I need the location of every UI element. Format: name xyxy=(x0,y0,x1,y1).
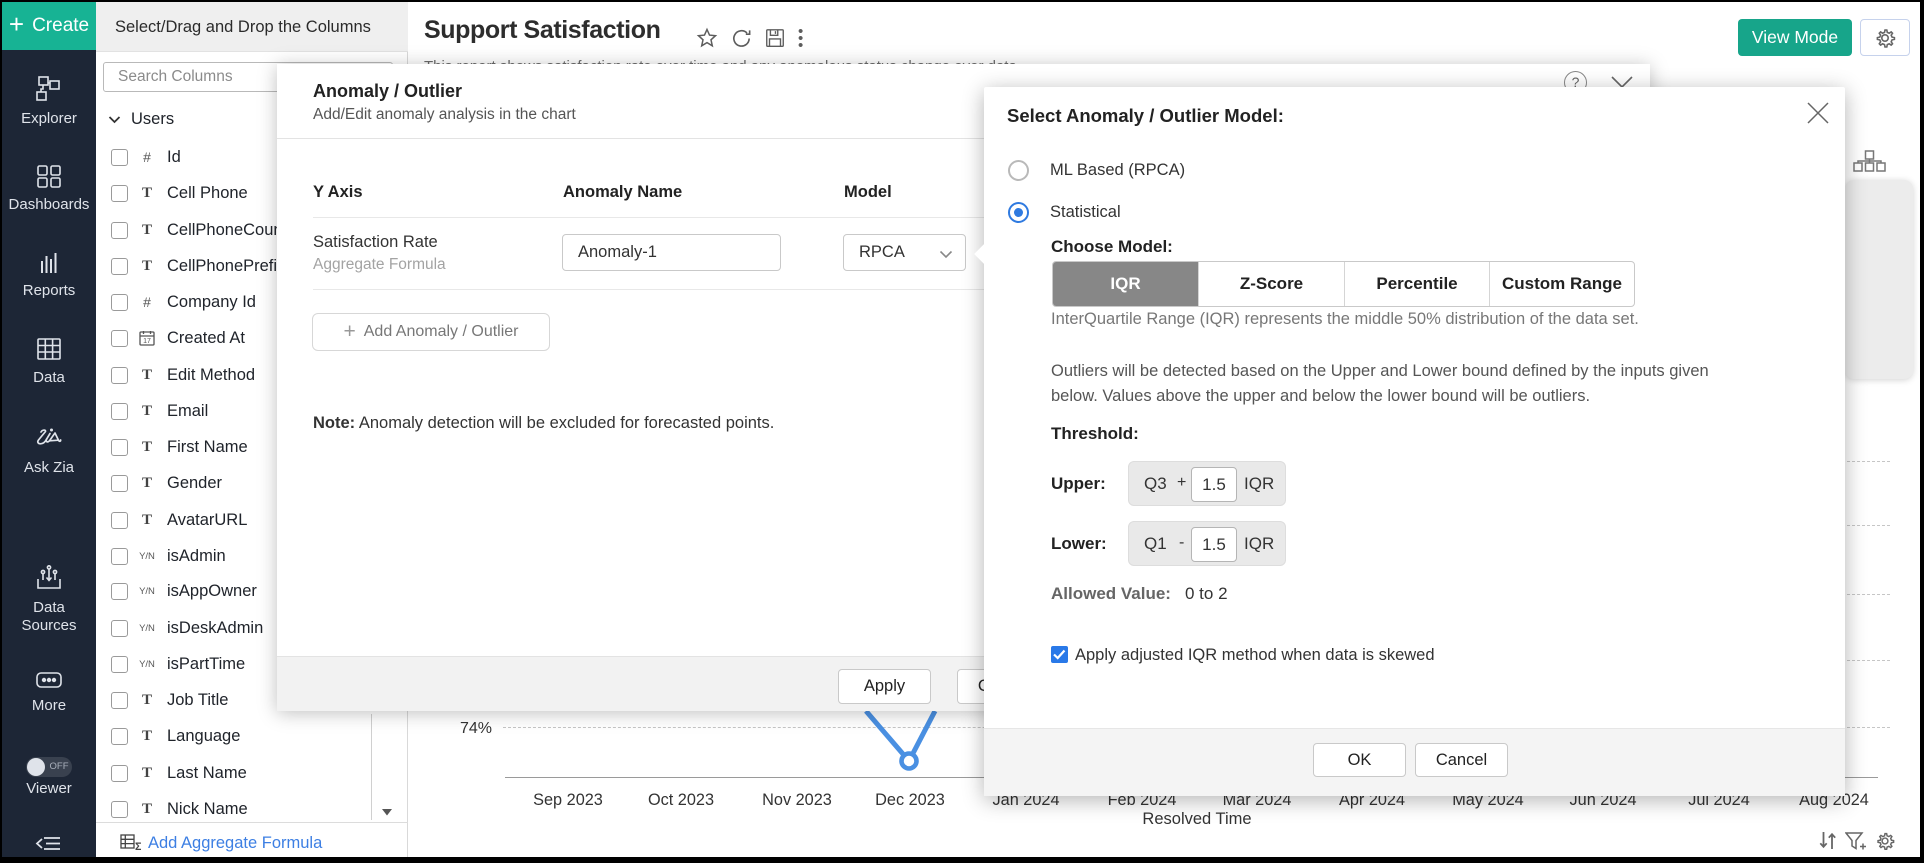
svg-text:17: 17 xyxy=(143,338,151,345)
svg-text:Σ: Σ xyxy=(135,841,141,851)
